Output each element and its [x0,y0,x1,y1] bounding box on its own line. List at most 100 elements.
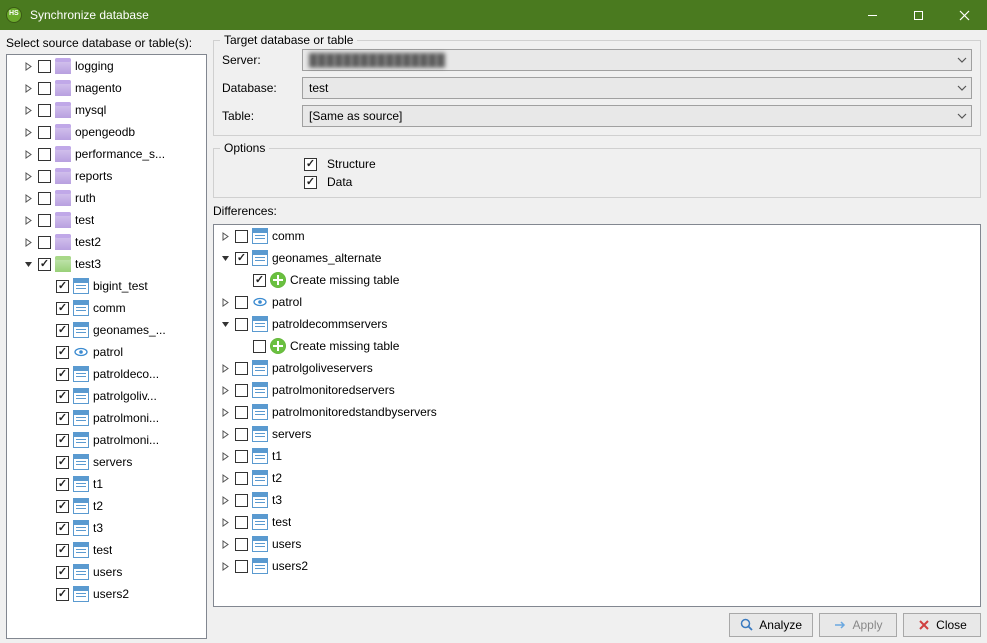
twisty-icon[interactable] [21,147,36,162]
twisty-icon[interactable] [21,169,36,184]
checkbox[interactable] [38,192,51,205]
checkbox[interactable] [38,60,51,73]
checkbox[interactable] [235,560,248,573]
tree-row[interactable]: ruth [7,187,206,209]
checkbox[interactable] [56,412,69,425]
twisty-icon[interactable] [21,213,36,228]
checkbox[interactable] [235,450,248,463]
checkbox[interactable] [56,456,69,469]
checkbox[interactable] [56,500,69,513]
checkbox[interactable] [38,170,51,183]
twisty-icon[interactable] [218,449,233,464]
tree-row[interactable]: Create missing table [214,269,980,291]
checkbox[interactable] [235,384,248,397]
tree-row[interactable]: test2 [7,231,206,253]
twisty-icon[interactable] [218,471,233,486]
checkbox[interactable] [56,434,69,447]
twisty-icon[interactable] [218,317,233,332]
tree-row[interactable]: test3 [7,253,206,275]
tree-row[interactable]: patrol [7,341,206,363]
twisty-icon[interactable] [218,295,233,310]
checkbox[interactable] [235,362,248,375]
tree-row[interactable]: t3 [7,517,206,539]
checkbox[interactable] [38,214,51,227]
tree-row[interactable]: comm [214,225,980,247]
twisty-icon[interactable] [218,427,233,442]
structure-checkbox[interactable] [304,158,317,171]
minimize-button[interactable] [849,0,895,30]
tree-row[interactable]: t1 [214,445,980,467]
checkbox[interactable] [235,472,248,485]
maximize-button[interactable] [895,0,941,30]
checkbox[interactable] [235,428,248,441]
checkbox[interactable] [56,544,69,557]
tree-row[interactable]: t3 [214,489,980,511]
twisty-icon[interactable] [21,81,36,96]
checkbox[interactable] [38,148,51,161]
analyze-button[interactable]: Analyze [729,613,813,637]
checkbox[interactable] [56,368,69,381]
twisty-icon[interactable] [21,59,36,74]
tree-row[interactable]: users [214,533,980,555]
tree-row[interactable]: logging [7,55,206,77]
checkbox[interactable] [56,390,69,403]
twisty-icon[interactable] [218,559,233,574]
tree-row[interactable]: Create missing table [214,335,980,357]
differences-tree[interactable]: commgeonames_alternateCreate missing tab… [213,224,981,607]
twisty-icon[interactable] [218,493,233,508]
tree-row[interactable]: test [7,539,206,561]
tree-row[interactable]: patrolmonitoredservers [214,379,980,401]
tree-row[interactable]: geonames_... [7,319,206,341]
checkbox[interactable] [56,588,69,601]
twisty-icon[interactable] [218,361,233,376]
checkbox[interactable] [38,126,51,139]
close-button[interactable]: Close [903,613,981,637]
checkbox[interactable] [56,478,69,491]
tree-row[interactable]: mysql [7,99,206,121]
checkbox[interactable] [235,230,248,243]
server-combo[interactable]: ████████████████ [302,49,972,71]
tree-row[interactable]: servers [214,423,980,445]
twisty-icon[interactable] [21,103,36,118]
tree-row[interactable]: bigint_test [7,275,206,297]
tree-row[interactable]: users2 [7,583,206,605]
twisty-icon[interactable] [21,125,36,140]
tree-row[interactable]: patrolmoni... [7,407,206,429]
tree-row[interactable]: patrolgoliv... [7,385,206,407]
checkbox[interactable] [38,104,51,117]
apply-button[interactable]: Apply [819,613,897,637]
tree-row[interactable]: magento [7,77,206,99]
checkbox[interactable] [56,280,69,293]
tree-row[interactable]: users [7,561,206,583]
checkbox[interactable] [253,340,266,353]
checkbox[interactable] [235,296,248,309]
tree-row[interactable]: comm [7,297,206,319]
twisty-icon[interactable] [218,537,233,552]
tree-row[interactable]: users2 [214,555,980,577]
tree-row[interactable]: patrol [214,291,980,313]
tree-row[interactable]: t1 [7,473,206,495]
checkbox[interactable] [38,258,51,271]
checkbox[interactable] [253,274,266,287]
tree-row[interactable]: servers [7,451,206,473]
tree-row[interactable]: test [7,209,206,231]
checkbox[interactable] [56,346,69,359]
database-combo[interactable]: test [302,77,972,99]
titlebar[interactable]: Synchronize database [0,0,987,30]
twisty-icon[interactable] [218,405,233,420]
checkbox[interactable] [235,516,248,529]
checkbox[interactable] [235,252,248,265]
tree-row[interactable]: patroldeco... [7,363,206,385]
table-combo[interactable]: [Same as source] [302,105,972,127]
checkbox[interactable] [56,522,69,535]
tree-row[interactable]: t2 [214,467,980,489]
twisty-icon[interactable] [218,229,233,244]
checkbox[interactable] [38,236,51,249]
checkbox[interactable] [235,406,248,419]
close-window-button[interactable] [941,0,987,30]
tree-row[interactable]: patrolgoliveservers [214,357,980,379]
twisty-icon[interactable] [21,257,36,272]
tree-row[interactable]: geonames_alternate [214,247,980,269]
tree-row[interactable]: patroldecommservers [214,313,980,335]
tree-row[interactable]: patrolmoni... [7,429,206,451]
